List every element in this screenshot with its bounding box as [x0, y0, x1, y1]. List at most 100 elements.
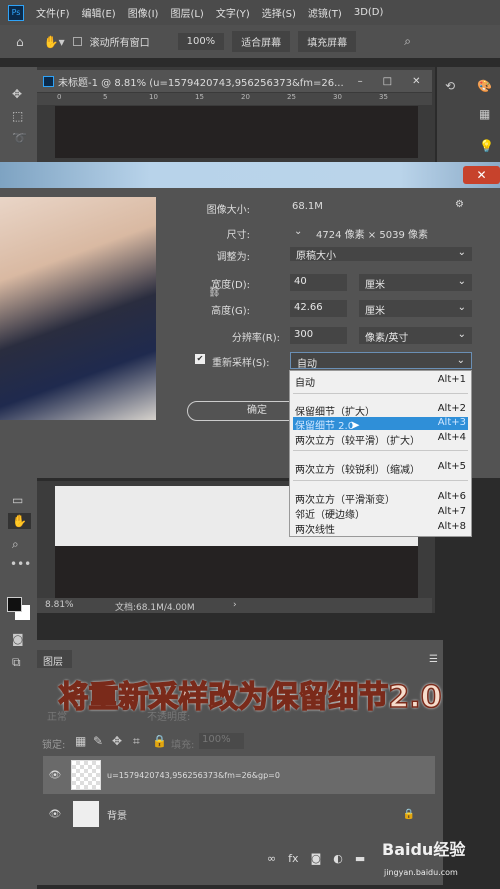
ruler-tick: 5: [103, 93, 108, 101]
dialog-title-bar[interactable]: [0, 162, 500, 188]
resample-checkbox[interactable]: ✔: [195, 354, 205, 364]
grid-icon[interactable]: ▦: [479, 107, 490, 121]
chevron-down-icon: ⌄: [456, 355, 465, 366]
photoshop-logo: Ps: [8, 4, 24, 21]
fill-label: 填充:: [171, 740, 195, 751]
width-input[interactable]: 40: [290, 274, 347, 291]
width-label: 宽度(D):: [211, 280, 250, 291]
document-title: 未标题-1 @ 8.81% (u=1579420743,956256373&fm…: [58, 77, 344, 89]
marquee-tool-icon[interactable]: ⬚: [12, 109, 23, 123]
ruler-tick: 0: [57, 93, 62, 101]
menu-image[interactable]: 图像(I): [128, 5, 159, 20]
gear-icon[interactable]: ⚙: [455, 199, 464, 210]
baidu-watermark-url: jingyan.baidu.com: [384, 868, 458, 877]
eye-icon[interactable]: 👁: [43, 809, 67, 820]
menu-item-preserve-details-2[interactable]: 保留细节 2.0 Alt+3: [293, 417, 468, 432]
height-input[interactable]: 42.66: [290, 300, 347, 317]
lock-artboard-icon[interactable]: ⌗: [133, 734, 140, 749]
menu-item-preserve-details-enlarge[interactable]: 保留细节（扩大） Alt+2: [293, 403, 468, 418]
zoom-level[interactable]: 8.81%: [45, 600, 74, 610]
menu-type[interactable]: 文字(Y): [216, 5, 250, 20]
zoom-tool-icon[interactable]: ⌕: [12, 537, 19, 552]
move-tool-icon[interactable]: ✥: [12, 87, 22, 101]
lock-position-icon[interactable]: ✥: [112, 734, 122, 748]
quick-mask-icon[interactable]: ◙: [12, 632, 24, 646]
ruler-tick: 15: [195, 93, 204, 101]
zoom-100-button[interactable]: 100%: [177, 33, 225, 50]
lock-icon: 🔒: [402, 808, 415, 820]
menu-item-nearest-neighbor[interactable]: 邻近（硬边缘） Alt+7: [293, 506, 468, 521]
chevron-down-icon: ⌄: [457, 276, 466, 287]
scroll-all-checkbox[interactable]: [72, 37, 82, 46]
canvas-pasteboard: [55, 546, 418, 598]
layer-row[interactable]: 👁 u=1579420743,956256373&fm=26&gp=0: [43, 756, 435, 794]
width-unit: 厘米: [365, 280, 385, 291]
options-bar: ⌂ ✋▾ 滚动所有窗口 100% 适合屏幕 填充屏幕 ⌕: [0, 25, 500, 58]
image-size-label: 图像大小:: [206, 205, 250, 216]
menu-edit[interactable]: 编辑(E): [82, 5, 116, 20]
resample-select[interactable]: 自动 ⌄: [290, 352, 472, 370]
height-unit-select[interactable]: 厘米 ⌄: [359, 300, 472, 317]
add-mask-icon[interactable]: ◙: [311, 852, 322, 865]
resample-dropdown-menu: 自动 Alt+1 保留细节（扩大） Alt+2 保留细节 2.0 Alt+3 两次立方…: [289, 370, 472, 537]
resolution-input[interactable]: 300: [290, 327, 347, 344]
menu-layer[interactable]: 图层(L): [170, 5, 203, 20]
menu-filter[interactable]: 滤镜(T): [308, 5, 342, 20]
dialog-close-button[interactable]: ✕: [463, 166, 500, 184]
resolution-unit-select[interactable]: 像素/英寸 ⌄: [359, 327, 472, 344]
new-group-icon[interactable]: ▬: [355, 852, 365, 865]
minimize-icon[interactable]: –: [358, 76, 363, 87]
rectangle-tool-icon[interactable]: ▭: [12, 493, 23, 507]
lasso-tool-icon[interactable]: ➰: [12, 131, 27, 145]
fit-screen-button[interactable]: 适合屏幕: [232, 31, 291, 52]
lock-paint-icon[interactable]: ✎: [93, 734, 103, 748]
chevron-down-icon: ⌄: [457, 302, 466, 313]
fit-to-value: 原稿大小: [296, 251, 336, 262]
canvas[interactable]: [55, 106, 418, 158]
screen-mode-icon[interactable]: ⧉: [12, 655, 21, 670]
menu-3d[interactable]: 3D(D): [354, 7, 384, 18]
ruler-tick: 25: [287, 93, 296, 101]
horizontal-ruler: 0 5 10 15 20 25 30 35: [37, 93, 432, 105]
eye-icon[interactable]: 👁: [43, 770, 67, 781]
link-layers-icon[interactable]: ∞: [267, 852, 276, 865]
chevron-right-icon[interactable]: ›: [233, 600, 237, 610]
hand-tool-icon[interactable]: ✋: [8, 513, 31, 529]
menu-item-auto[interactable]: 自动 Alt+1: [293, 374, 468, 389]
baidu-watermark: Baidu经验: [382, 840, 466, 859]
fill-screen-button[interactable]: 填充屏幕: [298, 31, 357, 52]
image-preview[interactable]: [0, 197, 156, 420]
home-icon[interactable]: ⌂: [16, 35, 24, 49]
scroll-all-label: 滚动所有窗口: [89, 38, 150, 49]
color-palette-icon[interactable]: 🎨: [477, 79, 492, 93]
hand-tool-icon[interactable]: ✋▾: [44, 35, 65, 49]
panel-menu-icon[interactable]: ☰: [429, 654, 438, 665]
fill-input[interactable]: 100%: [199, 733, 244, 749]
foreground-color-swatch[interactable]: [7, 597, 22, 612]
lightbulb-icon[interactable]: 💡: [479, 139, 494, 153]
fit-to-select[interactable]: 原稿大小 ⌄: [290, 247, 472, 262]
menu-item-bicubic-smoother[interactable]: 两次立方（较平滑）（扩大） Alt+4: [293, 432, 468, 447]
maximize-icon[interactable]: □: [383, 76, 392, 87]
more-tools-icon[interactable]: •••: [10, 557, 31, 571]
menu-item-bicubic-sharper[interactable]: 两次立方（较锐利）（缩减） Alt+5: [293, 461, 468, 476]
resample-label: 重新采样(S):: [212, 358, 270, 369]
menu-file[interactable]: 文件(F): [36, 5, 70, 20]
width-unit-select[interactable]: 厘米 ⌄: [359, 274, 472, 291]
close-icon[interactable]: ✕: [412, 76, 420, 87]
lock-transparent-icon[interactable]: ▦: [75, 734, 86, 748]
dimensions-label: 尺寸:: [226, 230, 250, 241]
lock-all-icon[interactable]: 🔒: [152, 734, 167, 748]
document-tab[interactable]: 未标题-1 @ 8.81% (u=1579420743,956256373&fm…: [37, 70, 432, 92]
chevron-down-icon[interactable]: ⌄: [294, 226, 302, 237]
history-icon[interactable]: ⟲: [445, 79, 455, 93]
doc-info: 文档:68.1M/4.00M: [115, 603, 195, 613]
search-icon[interactable]: ⌕: [404, 34, 411, 49]
fx-icon[interactable]: fx: [288, 852, 298, 865]
adjustment-layer-icon[interactable]: ◐: [333, 852, 343, 865]
menu-item-bicubic-smooth-gradients[interactable]: 两次立方（平滑渐变） Alt+6: [293, 491, 468, 506]
layer-row[interactable]: 👁 背景 🔒: [43, 795, 435, 833]
layers-tab[interactable]: 图层: [37, 650, 72, 668]
menu-item-bilinear[interactable]: 两次线性 Alt+8: [293, 521, 468, 536]
menu-select[interactable]: 选择(S): [262, 5, 296, 20]
